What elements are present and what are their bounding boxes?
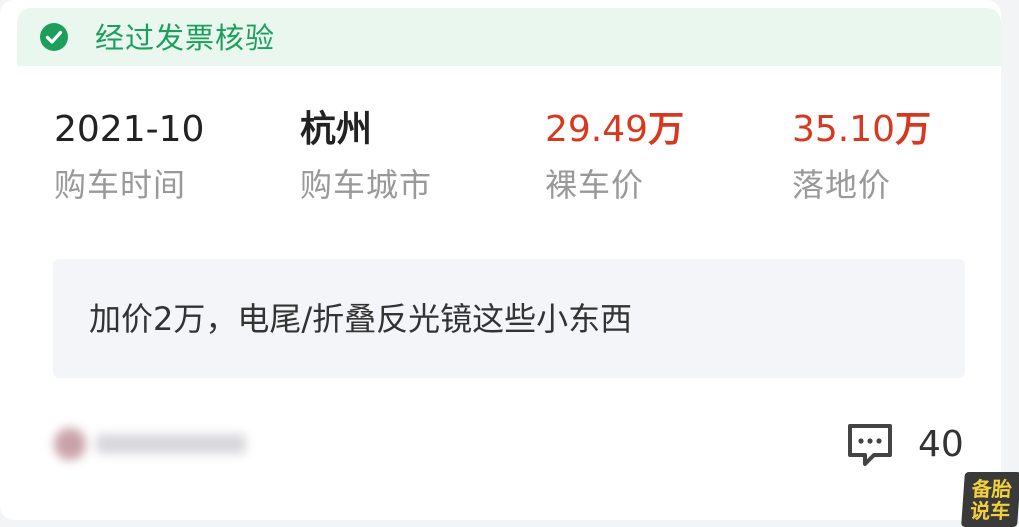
stat-total-price: 35.10万 落地价 (792, 108, 931, 204)
watermark-line1: 备胎 (970, 476, 1013, 501)
total-price-unit: 万 (895, 109, 932, 150)
comment-count: 40 (918, 424, 964, 465)
total-price-value: 35.10万 (792, 108, 931, 152)
invoice-verified-banner: 经过发票核验 (17, 8, 1001, 66)
review-card: 经过发票核验 2021-10 购车时间 杭州 购车城市 29.49万 裸车价 3… (0, 0, 1001, 520)
watermark-line2: 说车 (969, 498, 1012, 523)
comment-dots-icon[interactable] (844, 419, 896, 471)
purchase-time-label: 购车时间 (54, 166, 187, 204)
stat-purchase-time: 2021-10 购车时间 (54, 108, 204, 204)
bare-price-value: 29.49万 (545, 108, 684, 152)
bare-price-label: 裸车价 (545, 166, 645, 204)
purchase-city-value: 杭州 (300, 109, 373, 150)
stat-purchase-city: 杭州 购车城市 (300, 108, 432, 204)
stat-bare-price: 29.49万 裸车价 (545, 108, 684, 204)
note-text: 加价2万，电尾/折叠反光镜这些小东西 (89, 300, 633, 338)
purchase-city-label: 购车城市 (300, 166, 433, 204)
avatar[interactable] (54, 428, 86, 460)
bare-price-number: 29.49 (545, 109, 649, 150)
username-blurred (96, 434, 246, 454)
check-circle-icon (40, 23, 68, 51)
purchase-time-value: 2021-10 (54, 109, 205, 150)
verify-text: 经过发票核验 (95, 21, 276, 55)
bare-price-unit: 万 (648, 109, 685, 150)
note-box: 加价2万，电尾/折叠反光镜这些小东西 (53, 259, 965, 378)
total-price-number: 35.10 (792, 109, 896, 150)
watermark-logo: 备胎 说车 (961, 472, 1019, 527)
total-price-label: 落地价 (792, 166, 892, 204)
user-info-blurred[interactable] (48, 422, 258, 466)
comment-button[interactable]: 40 (844, 418, 964, 472)
